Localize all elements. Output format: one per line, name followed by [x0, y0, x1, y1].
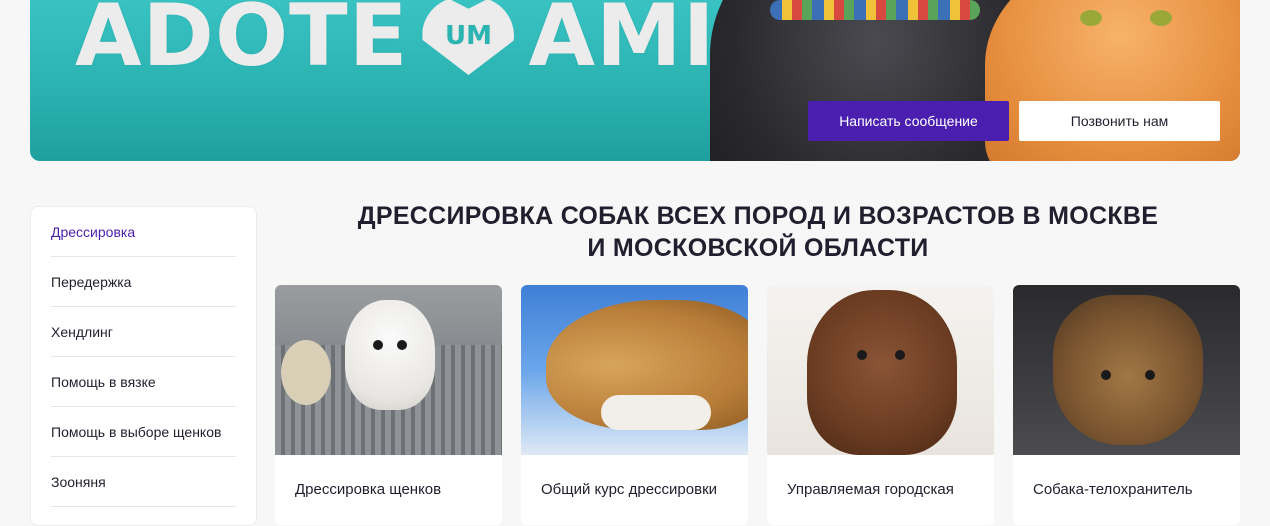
- cat-eye-left: [1080, 10, 1102, 26]
- dog-eye-left: [373, 340, 383, 350]
- brown-puppy-shape: [807, 290, 957, 455]
- service-card-general-course[interactable]: Общий курс дрессировки: [521, 285, 748, 525]
- page-title-line1: ДРЕССИРОВКА СОБАК ВСЕХ ПОРОД И ВОЗРАСТОВ…: [357, 202, 1159, 230]
- call-us-button[interactable]: Позвонить нам: [1019, 101, 1220, 141]
- page-title-line2: И МОСКОВСКОЙ ОБЛАСТИ: [587, 234, 929, 262]
- sidebar-item-boarding[interactable]: Передержка: [51, 257, 236, 307]
- dog-eye-right: [397, 340, 407, 350]
- write-message-button[interactable]: Написать сообщение: [808, 101, 1009, 141]
- brown-puppy-image: [767, 285, 994, 455]
- page-title: ДРЕССИРОВКА СОБАК ВСЕХ ПОРОД И ВОЗРАСТОВ…: [275, 200, 1241, 264]
- poodle-on-sofa-image: [275, 285, 502, 455]
- service-card-bodyguard-dog[interactable]: Собака-телохранитель: [1013, 285, 1240, 525]
- pillow-shape: [281, 340, 331, 405]
- card-title: Дрессировка щенков: [295, 481, 442, 498]
- golden-retriever-image: [521, 285, 748, 455]
- service-card-city-dog[interactable]: Управляемая городская: [767, 285, 994, 525]
- logo-text-left: ADOTE: [75, 0, 409, 86]
- white-dog-shape: [345, 300, 435, 410]
- cat-eye-right: [1150, 10, 1172, 26]
- puppy-eye-left: [857, 350, 867, 360]
- yorkie-shape: [1053, 295, 1203, 445]
- logo-heart-icon: UM: [422, 0, 515, 75]
- service-card-puppy-training[interactable]: Дрессировка щенков: [275, 285, 502, 525]
- yorkie-eye-left: [1101, 370, 1111, 380]
- sidebar-item-mating-help[interactable]: Помощь в вязке: [51, 357, 236, 407]
- card-title: Собака-телохранитель: [1033, 481, 1193, 498]
- banner-dog-collar: [770, 0, 980, 20]
- sidebar-item-puppy-choice[interactable]: Помощь в выборе щенков: [51, 407, 236, 457]
- card-title: Управляемая городская: [787, 481, 954, 498]
- sidebar-item-training[interactable]: Дрессировка: [51, 207, 236, 257]
- card-title: Общий курс дрессировки: [541, 481, 718, 498]
- services-sidebar: Дрессировка Передержка Хендлинг Помощь в…: [30, 206, 257, 526]
- logo-heart-text: UM: [444, 21, 492, 51]
- puppy-eye-right: [895, 350, 905, 360]
- yorkshire-terrier-image: [1013, 285, 1240, 455]
- yorkie-eye-right: [1145, 370, 1155, 380]
- dog-paw-shape: [601, 395, 711, 430]
- sidebar-item-handling[interactable]: Хендлинг: [51, 307, 236, 357]
- hero-banner: ADOTE UM AMIGO Написать сообщение Позвон…: [30, 0, 1240, 161]
